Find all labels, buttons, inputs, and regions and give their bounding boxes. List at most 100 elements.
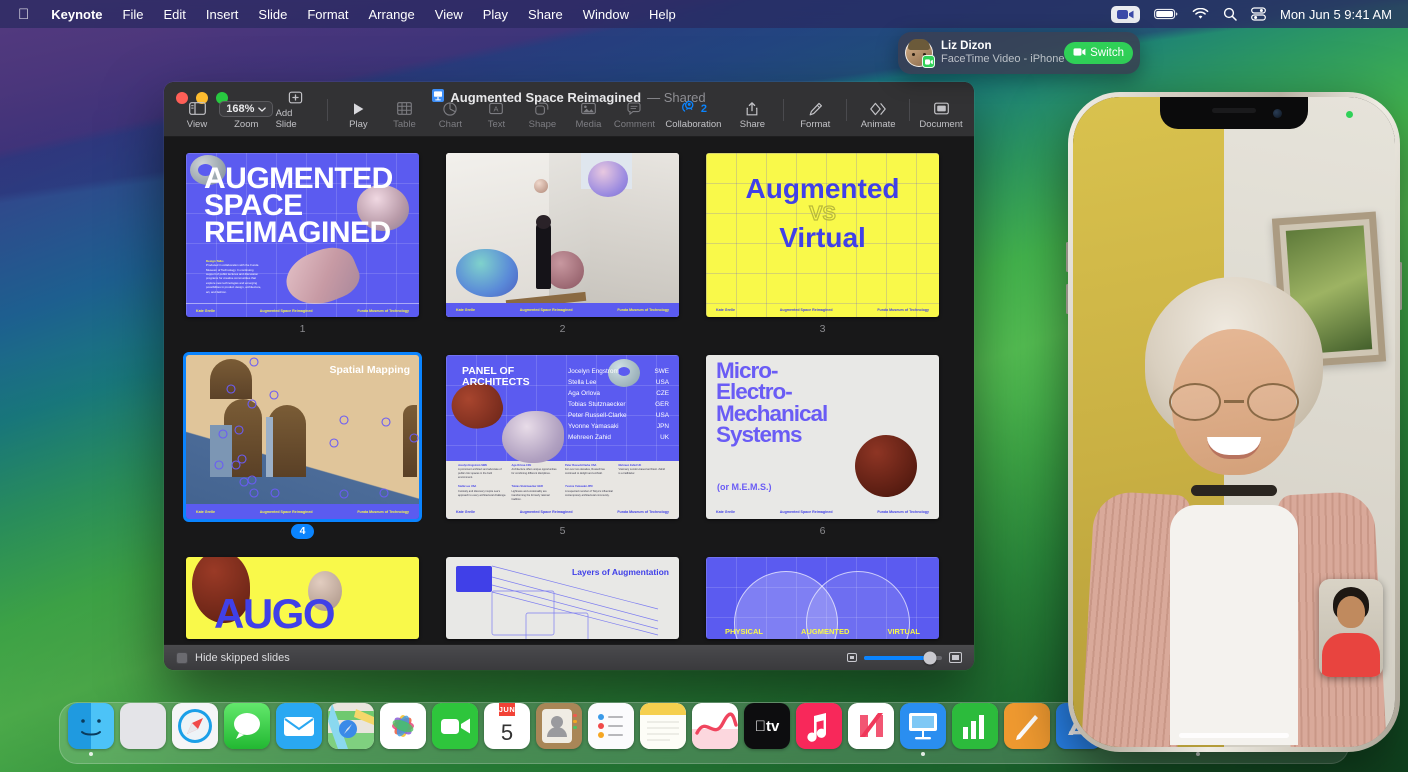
slide5-roster: Jocelyn EngstromSWE Stella LeeUSA Aga Or… — [568, 366, 669, 443]
slide-cell-7[interactable]: AUGO 7 — [186, 557, 419, 644]
slide-cell-4[interactable]: Spatial Mapping Kate Grelle Augmented Sp… — [186, 355, 419, 539]
facetime-handoff-notification[interactable]: Liz Dizon FaceTime Video - iPhone › Swit… — [898, 32, 1140, 74]
menu-insert[interactable]: Insert — [196, 5, 249, 24]
toolbar-comment-button[interactable]: Comment — [611, 100, 657, 130]
toolbar-shape-button[interactable]: Shape — [519, 100, 565, 130]
screen-sharing-icon[interactable] — [1111, 6, 1140, 23]
slide-thumbnail-1[interactable]: AUGMENTED SPACE REIMAGINED Design Talks … — [186, 153, 419, 317]
dock-item-calendar[interactable]: JUN 5 — [484, 703, 530, 756]
dock-item-reminders[interactable] — [588, 703, 634, 756]
slide-thumbnail-2[interactable]: Kate Grelle Augmented Space Reimagined F… — [446, 153, 679, 317]
toolbar-play-button[interactable]: Play — [335, 100, 381, 130]
slide3-line1: Augmented — [706, 175, 939, 204]
toolbar-collaboration-button[interactable]: 2 Collaboration — [657, 100, 729, 130]
dock-item-safari[interactable] — [172, 703, 218, 756]
dock-item-news[interactable] — [848, 703, 894, 756]
toolbar-chart-label: Chart — [439, 119, 462, 130]
slide-cell-6[interactable]: Micro- Electro- Mechanical Systems (or M… — [706, 355, 939, 539]
iphone-continuity-camera[interactable] — [1068, 92, 1400, 752]
dock-item-keynote[interactable] — [900, 703, 946, 756]
dock-item-facetime[interactable] — [432, 703, 478, 756]
small-thumbnail-icon[interactable] — [847, 653, 857, 662]
slide6-line4: Systems — [716, 424, 827, 445]
dock-item-freeform[interactable] — [692, 703, 738, 756]
menu-view[interactable]: View — [425, 5, 473, 24]
menu-slide[interactable]: Slide — [248, 5, 297, 24]
running-indicator — [921, 752, 925, 756]
toolbar-table-button[interactable]: Table — [381, 100, 427, 130]
slide-thumbnail-9[interactable]: PHYSICAL AUGMENTED VIRTUAL — [706, 557, 939, 639]
thumbnail-size-slider[interactable] — [864, 656, 942, 660]
dock-item-numbers[interactable] — [952, 703, 998, 756]
menu-bar-clock[interactable]: Mon Jun 5 9:41 AM — [1280, 7, 1392, 22]
dock-item-contacts[interactable] — [536, 703, 582, 756]
slide-cell-2[interactable]: Kate Grelle Augmented Space Reimagined F… — [446, 153, 679, 337]
keynote-status-bar[interactable]: Hide skipped slides — [164, 644, 974, 670]
hide-skipped-slides-checkbox[interactable] — [176, 652, 188, 664]
slide-footer-center: Augmented Space Reimagined — [520, 308, 573, 312]
toolbar-format-button[interactable]: Format — [792, 100, 838, 130]
toolbar-chart-button[interactable]: Chart — [427, 100, 473, 130]
menu-play[interactable]: Play — [473, 5, 518, 24]
menu-format[interactable]: Format — [297, 5, 358, 24]
dock-item-messages[interactable] — [224, 703, 270, 756]
slide-navigator[interactable]: AUGMENTED SPACE REIMAGINED Design Talks … — [164, 137, 974, 644]
slide-thumbnail-7[interactable]: AUGO — [186, 557, 419, 639]
slide-cell-1[interactable]: AUGMENTED SPACE REIMAGINED Design Talks … — [186, 153, 419, 337]
menu-window[interactable]: Window — [573, 5, 639, 24]
toolbar-zoom-label: Zoom — [234, 119, 258, 130]
toolbar-view-button[interactable]: View — [174, 100, 220, 130]
table-grid-icon — [397, 100, 412, 117]
menu-arrange[interactable]: Arrange — [359, 5, 425, 24]
keynote-toolbar[interactable]: View 168% Zoom Add Slide — [164, 89, 974, 134]
wifi-icon[interactable] — [1192, 8, 1209, 20]
pip-video-tile[interactable] — [1319, 579, 1383, 677]
menu-file[interactable]: File — [113, 5, 154, 24]
iphone-screen[interactable] — [1073, 97, 1395, 747]
apple-logo-icon[interactable]:  — [8, 7, 41, 22]
slide1-title-line3: REIMAGINED — [204, 219, 413, 246]
dock-item-music[interactable] — [796, 703, 842, 756]
home-indicator[interactable] — [1179, 733, 1289, 738]
control-center-icon[interactable] — [1251, 7, 1266, 21]
dock-item-appletv[interactable]: tv — [744, 703, 790, 756]
switch-button[interactable]: Switch — [1064, 42, 1133, 64]
dock-item-maps[interactable] — [328, 703, 374, 756]
roster-name: Mehreen Zahid — [568, 432, 611, 443]
toolbar-share-button[interactable]: Share — [729, 100, 775, 130]
toolbar-add-slide-button[interactable]: Add Slide — [273, 89, 319, 130]
toolbar-document-button[interactable]: Document — [918, 100, 964, 130]
collaboration-count-badge: 2 — [701, 103, 707, 115]
menu-keynote[interactable]: Keynote — [41, 5, 112, 24]
dock-item-pages[interactable] — [1004, 703, 1050, 756]
roster-country: CZE — [656, 388, 669, 399]
keynote-window[interactable]: Augmented Space Reimagined — Shared View… — [164, 82, 974, 670]
slide-cell-3[interactable]: Augmented VS Virtual Kate Grelle Augment… — [706, 153, 939, 337]
dock-item-photos[interactable] — [380, 703, 426, 756]
slide-cell-8[interactable]: Layers of Augmentation 8 — [446, 557, 679, 644]
dock-item-finder[interactable] — [68, 703, 114, 756]
toolbar-animate-button[interactable]: Animate — [855, 100, 901, 130]
toolbar-text-button[interactable]: A Text — [473, 100, 519, 130]
menu-edit[interactable]: Edit — [154, 5, 196, 24]
menu-share[interactable]: Share — [518, 5, 573, 24]
dock-item-mail[interactable] — [276, 703, 322, 756]
slide-thumbnail-8[interactable]: Layers of Augmentation — [446, 557, 679, 639]
slide-cell-5[interactable]: PANEL OF ARCHITECTS Jocelyn EngstromSWE … — [446, 355, 679, 539]
slide-number-3: 3 — [820, 322, 826, 337]
menu-help[interactable]: Help — [639, 5, 686, 24]
slide-thumbnail-6[interactable]: Micro- Electro- Mechanical Systems (or M… — [706, 355, 939, 519]
slide1-title-line1: AUGMENTED — [204, 165, 413, 192]
dock-item-launchpad[interactable] — [120, 703, 166, 756]
slide-thumbnail-3[interactable]: Augmented VS Virtual Kate Grelle Augment… — [706, 153, 939, 317]
search-icon[interactable] — [1223, 7, 1237, 21]
large-thumbnail-icon[interactable] — [949, 652, 962, 663]
slide-thumbnail-5[interactable]: PANEL OF ARCHITECTS Jocelyn EngstromSWE … — [446, 355, 679, 519]
toolbar-zoom-control[interactable]: 168% Zoom — [220, 100, 273, 130]
slide-cell-9[interactable]: PHYSICAL AUGMENTED VIRTUAL 9 — [706, 557, 939, 644]
dock-item-notes[interactable] — [640, 703, 686, 756]
toolbar-media-button[interactable]: Media — [565, 100, 611, 130]
toolbar-divider-2 — [783, 99, 784, 121]
slide-thumbnail-4[interactable]: Spatial Mapping Kate Grelle Augmented Sp… — [186, 355, 419, 519]
battery-icon[interactable] — [1154, 8, 1178, 20]
